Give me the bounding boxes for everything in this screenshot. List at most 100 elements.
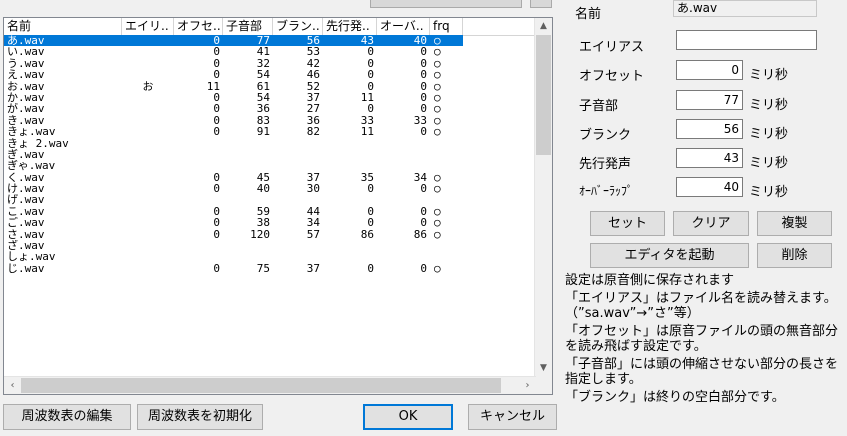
launch-editor-button[interactable]: エディタを起動 — [590, 243, 749, 268]
column-header[interactable]: 子音部 — [223, 18, 273, 35]
oto-table[interactable]: 名前 エイリ.. オフセ.. 子音部 ブラン.. 先行発.. オーバ.. frq あ.wav 0… — [3, 17, 553, 395]
cell-blank — [273, 240, 323, 251]
scroll-left-icon[interactable]: ‹ — [4, 377, 21, 394]
table-row[interactable]: ぎゃ.wav — [4, 160, 536, 171]
cell-overlap: 0 — [420, 126, 427, 138]
table-row[interactable]: さ.wav 0 120 57 86 86 ○ — [4, 229, 536, 240]
cell-blank: 37 — [306, 91, 320, 104]
cell-overlap: 0 — [420, 69, 427, 81]
cell-name: さ.wav — [7, 228, 45, 241]
top-control-2[interactable] — [530, 0, 552, 8]
cell-name: げ.wav — [7, 194, 45, 206]
consonant-label: 子音部 — [579, 99, 619, 114]
settings-panel: 名前 あ.wav エイリアス オフセット 0 ミリ秒 子音部 77 ミリ秒 ブラ… — [565, 0, 847, 436]
cell-overlap: 34 — [413, 171, 427, 184]
cell-frq: ○ — [434, 46, 441, 58]
name-label: 名前 — [575, 7, 602, 22]
hscroll-thumb[interactable] — [21, 378, 501, 393]
alias-field[interactable] — [676, 30, 817, 50]
column-header[interactable]: frq — [430, 18, 463, 35]
table-row[interactable]: しょ.wav — [4, 251, 536, 262]
cell-offset — [174, 240, 223, 251]
cell-blank: 56 — [273, 35, 323, 47]
cell-offset — [174, 194, 223, 205]
table-row[interactable]: く.wav 0 45 37 35 34 ○ — [4, 172, 536, 183]
table-row[interactable]: か.wav 0 54 37 11 0 ○ — [4, 92, 536, 103]
column-header[interactable]: 先行発.. — [323, 18, 377, 35]
init-frequency-table-button[interactable]: 周波数表を初期化 — [137, 404, 263, 430]
cell-name: お.wav — [7, 80, 45, 92]
cell-overlap: 0 — [420, 57, 427, 70]
cell-frq: ○ — [434, 91, 441, 104]
cell-offset: 0 — [213, 114, 220, 127]
scroll-up-icon[interactable]: ▲ — [535, 18, 552, 35]
table-row[interactable]: あ.wav 0 77 56 43 40 ○ — [4, 35, 536, 47]
preutterance-field[interactable]: 43 — [676, 148, 743, 168]
cell-name: しょ.wav — [7, 251, 56, 263]
cell-offset: 0 — [213, 171, 220, 184]
cell-alias — [122, 217, 174, 228]
table-row[interactable]: ざ.wav — [4, 240, 536, 251]
cell-alias — [122, 35, 174, 47]
edit-frequency-table-button[interactable]: 周波数表の編集 — [3, 404, 131, 430]
cell-overlap: 0 — [420, 91, 427, 104]
table-row[interactable]: きょ_2.wav — [4, 138, 536, 149]
top-control[interactable] — [370, 0, 522, 8]
cell-overlap: 0 — [420, 183, 427, 195]
cell-consonant: 54 — [256, 69, 270, 81]
scroll-right-icon[interactable]: › — [519, 377, 536, 394]
blank-field[interactable]: 56 — [676, 119, 743, 139]
table-row[interactable]: い.wav 0 41 53 0 0 ○ — [4, 46, 536, 57]
cell-alias — [122, 149, 174, 160]
cell-preutter: 0 — [367, 103, 374, 115]
offset-field[interactable]: 0 — [676, 60, 743, 80]
table-row[interactable]: お.wav お 11 61 52 0 0 ○ — [4, 81, 536, 92]
cell-preutter: 0 — [367, 205, 374, 218]
consonant-field[interactable]: 77 — [676, 90, 743, 110]
delete-button[interactable]: 削除 — [757, 243, 832, 268]
table-row[interactable]: こ.wav 0 59 44 0 0 ○ — [4, 206, 536, 217]
table-row[interactable]: け.wav 0 40 30 0 0 ○ — [4, 183, 536, 194]
cell-name: きょ_2.wav — [7, 137, 69, 149]
cell-frq: ○ — [434, 57, 441, 70]
table-row[interactable]: き.wav 0 83 36 33 33 ○ — [4, 115, 536, 126]
column-header[interactable]: オフセ.. — [174, 18, 223, 35]
column-header[interactable]: エイリ.. — [122, 18, 174, 35]
table-row[interactable]: げ.wav — [4, 194, 536, 205]
column-header[interactable]: 名前 — [4, 18, 122, 35]
ok-button[interactable]: OK — [363, 404, 453, 430]
table-row[interactable]: きょ.wav 0 91 82 11 0 ○ — [4, 126, 536, 137]
cell-consonant: 45 — [256, 171, 270, 184]
table-row[interactable]: ぎ.wav — [4, 149, 536, 160]
table-row[interactable]: が.wav 0 36 27 0 0 ○ — [4, 103, 536, 114]
table-body[interactable]: あ.wav 0 77 56 43 40 ○ い.wav 0 41 53 0 0 ○ う.wav 0 32 42 0 0… — [4, 35, 536, 377]
cell-overlap: 40 — [377, 35, 430, 47]
cell-name: あ.wav — [4, 35, 122, 47]
column-header[interactable]: ブラン.. — [273, 18, 323, 35]
cell-preutter: 86 — [360, 228, 374, 241]
cell-blank — [273, 149, 323, 160]
table-row[interactable]: う.wav 0 32 42 0 0 ○ — [4, 58, 536, 69]
cell-overlap: 0 — [420, 103, 427, 115]
cell-blank: 52 — [306, 80, 320, 92]
scroll-thumb[interactable] — [536, 35, 551, 155]
horizontal-scrollbar[interactable]: ‹ › — [4, 376, 536, 394]
cancel-button[interactable]: キャンセル — [468, 404, 557, 430]
cell-alias — [122, 206, 174, 217]
cell-alias: お — [142, 80, 154, 92]
preutterance-unit: ミリ秒 — [749, 156, 789, 171]
cell-consonant — [223, 251, 273, 262]
table-row[interactable]: え.wav 0 54 46 0 0 ○ — [4, 69, 536, 80]
set-button[interactable]: セット — [590, 211, 665, 236]
column-header[interactable]: オーバ.. — [377, 18, 430, 35]
scroll-down-icon[interactable]: ▼ — [535, 360, 552, 377]
cell-offset — [174, 251, 223, 262]
duplicate-button[interactable]: 複製 — [757, 211, 832, 236]
vertical-scrollbar[interactable]: ▲ ▼ — [534, 18, 552, 377]
overlap-field[interactable]: 40 — [676, 177, 743, 197]
clear-button[interactable]: クリア — [673, 211, 749, 236]
cell-name: ご.wav — [7, 217, 45, 229]
cell-blank: 57 — [306, 228, 320, 241]
table-row[interactable]: ご.wav 0 38 34 0 0 ○ — [4, 217, 536, 228]
table-row[interactable]: じ.wav 0 75 37 0 0 ○ — [4, 263, 536, 274]
